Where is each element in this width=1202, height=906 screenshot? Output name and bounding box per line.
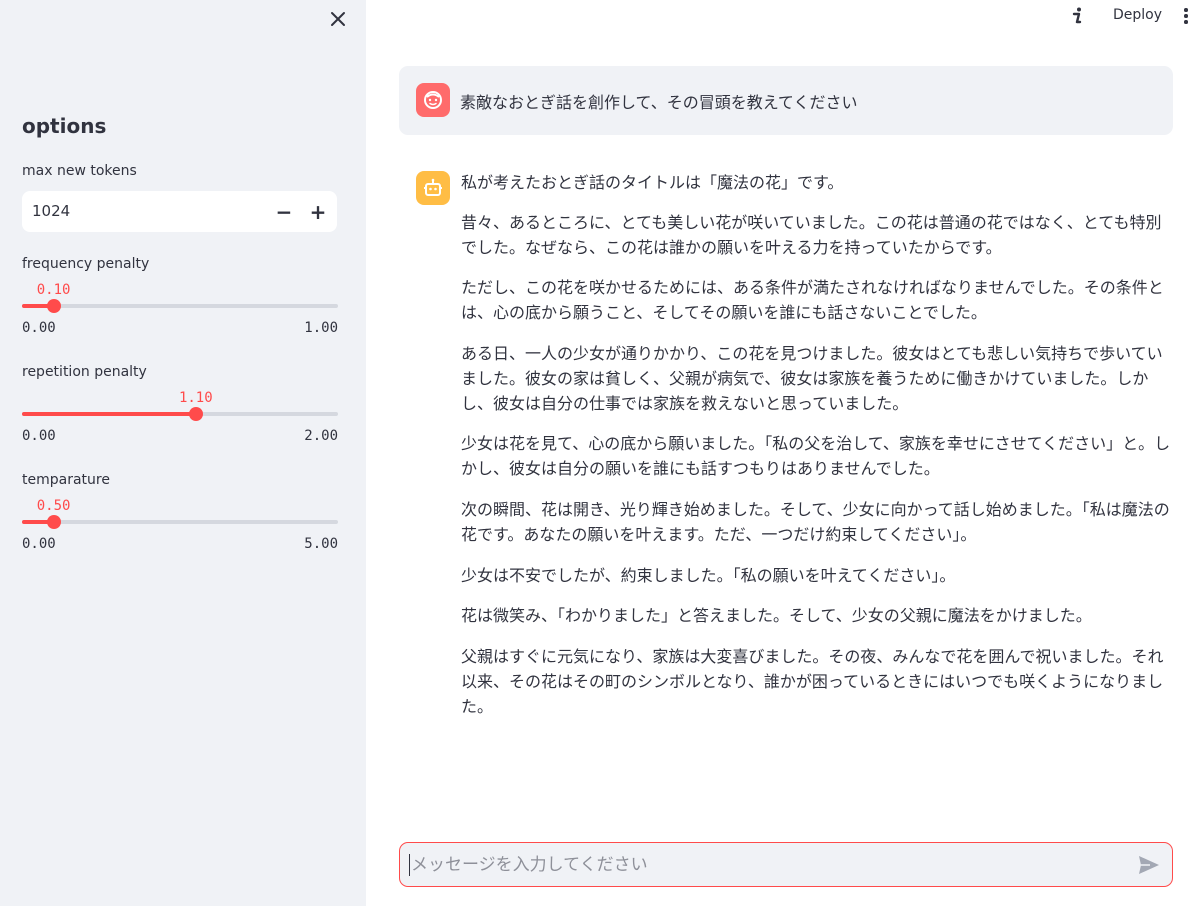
user-face-icon [424,91,442,109]
text-caret [409,854,410,876]
bot-avatar [416,171,450,205]
decrement-button[interactable]: − [267,191,301,232]
send-icon [1139,856,1159,874]
info-icon [1072,7,1082,24]
increment-button[interactable]: + [301,191,335,232]
slider-current-value: 0.10 [36,282,71,298]
bot-paragraph: 少女は花を見て、心の底から願いました。「私の父を治して、家族を幸せにさせてくださ… [461,434,1171,479]
bot-paragraph: 昔々、あるところに、とても美しい花が咲いていました。この花は普通の花ではなく、と… [461,212,1162,257]
slider-min-label: 0.00 [22,428,56,444]
close-sidebar-button[interactable] [327,8,349,30]
slider-thumb[interactable] [188,407,203,421]
repetition-penalty-slider[interactable]: 1.10 [22,390,338,433]
sidebar: options max new tokens 1024 − + frequenc… [0,0,366,906]
sidebar-title: options [22,114,107,138]
chat-input[interactable] [411,843,1121,886]
slider-thumb[interactable] [46,515,61,529]
slider-min-label: 0.00 [22,536,56,552]
temparature-range: 0.00 5.00 [22,536,338,552]
slider-min-label: 0.00 [22,320,56,336]
deploy-button[interactable]: Deploy [1113,7,1162,23]
user-message: 素敵なおとぎ話を創作して、その冒頭を教えてください [399,66,1173,135]
slider-max-label: 5.00 [304,536,338,552]
bot-paragraph: 次の瞬間、花は開き、光り輝き始めました。そして、少女に向かって話し始めました。「… [461,499,1170,544]
frequency-penalty-range: 0.00 1.00 [22,320,338,336]
chat-input-container[interactable] [399,842,1173,887]
robot-icon [424,178,442,196]
max-new-tokens-input[interactable]: 1024 − + [22,191,337,232]
bot-paragraph: 少女は不安でしたが、約束しました。「私の願いを叶えてください」。 [461,565,956,585]
repetition-penalty-label: repetition penalty [22,364,147,380]
kebab-menu-icon[interactable] [1183,8,1189,24]
max-new-tokens-value[interactable]: 1024 [32,202,70,220]
slider-current-value: 1.10 [178,390,213,406]
bot-paragraph: 父親はすぐに元気になり、家族は大変喜びました。その夜、みんなで花を囲んで祝いまし… [461,647,1164,716]
repetition-penalty-range: 0.00 2.00 [22,428,338,444]
slider-current-value: 0.50 [36,498,71,514]
temparature-slider[interactable]: 0.50 [22,498,338,541]
send-button[interactable] [1136,852,1162,878]
frequency-penalty-label: frequency penalty [22,256,150,272]
bot-paragraph: 私が考えたおとぎ話のタイトルは「魔法の花」です。 [461,173,844,192]
temparature-label: temparature [22,472,110,488]
max-new-tokens-label: max new tokens [22,163,137,179]
bot-paragraph: ある日、一人の少女が通りかかり、この花を見つけました。彼女はとても悲しい気持ちで… [461,343,1163,413]
slider-track[interactable] [22,520,338,524]
info-button[interactable] [1068,5,1086,27]
user-message-text: 素敵なおとぎ話を創作して、その冒頭を教えてください [460,93,858,112]
slider-thumb[interactable] [46,299,61,313]
bot-paragraph: ただし、この花を咲かせるためには、ある条件が満たされなければなりませんでした。そ… [461,278,1164,323]
user-avatar [416,83,450,117]
slider-max-label: 2.00 [304,428,338,444]
slider-track[interactable] [22,304,338,308]
slider-fill [22,412,196,416]
frequency-penalty-slider[interactable]: 0.10 [22,282,338,325]
bot-paragraph: 花は微笑み、「わかりました」と答えました。そして、少女の父親に魔法をかけました。 [461,606,1092,626]
close-icon [331,12,345,26]
slider-max-label: 1.00 [304,320,338,336]
bot-message: 私が考えたおとぎ話のタイトルは「魔法の花」です。 昔々、あるところに、とても美し… [461,171,1171,736]
